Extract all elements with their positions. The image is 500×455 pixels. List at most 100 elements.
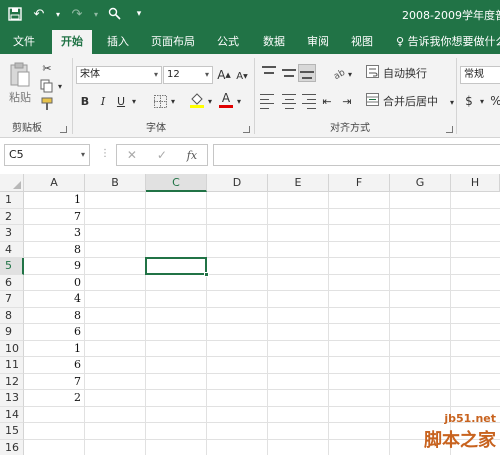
column-header-h[interactable]: H: [451, 174, 500, 192]
cell-a13[interactable]: 2: [24, 390, 84, 406]
underline-dropdown-icon[interactable]: ▾: [130, 94, 138, 108]
paste-icon[interactable]: [6, 60, 34, 90]
tab-home[interactable]: 开始: [52, 30, 92, 54]
merge-dropdown-icon[interactable]: ▾: [448, 96, 456, 108]
bold-button[interactable]: B: [78, 92, 92, 110]
underline-button[interactable]: U: [114, 92, 128, 110]
fill-color-icon[interactable]: [188, 90, 206, 110]
tab-file[interactable]: 文件: [6, 30, 42, 54]
row-header-11[interactable]: 11: [0, 357, 24, 374]
row-header-1[interactable]: 1: [0, 192, 24, 209]
row-header-16[interactable]: 16: [0, 439, 24, 455]
insert-function-icon[interactable]: fx: [187, 149, 197, 162]
cell-a11[interactable]: 6: [24, 357, 84, 373]
row-header-8[interactable]: 8: [0, 307, 24, 324]
select-all-button[interactable]: [0, 174, 24, 192]
orientation-dropdown-icon[interactable]: ▾: [346, 68, 354, 80]
copy-dropdown-icon[interactable]: ▾: [56, 80, 64, 92]
tab-review[interactable]: 审阅: [300, 30, 336, 54]
clipboard-launcher-icon[interactable]: [60, 126, 67, 133]
tab-page-layout[interactable]: 页面布局: [146, 30, 200, 54]
font-size-combo[interactable]: 12 ▾: [163, 66, 213, 84]
shrink-font-button[interactable]: A ▼: [234, 68, 250, 84]
wrap-text-button[interactable]: 自动换行: [366, 64, 452, 82]
column-header-c[interactable]: C: [146, 174, 207, 192]
decrease-indent-icon[interactable]: ⇤: [318, 92, 336, 110]
name-box[interactable]: C5 ▾: [4, 144, 90, 166]
row-header-15[interactable]: 15: [0, 423, 24, 440]
redo-icon[interactable]: ↷: [68, 5, 86, 23]
redo-dropdown-icon[interactable]: ▾: [92, 5, 100, 23]
row-header-9[interactable]: 9: [0, 324, 24, 341]
cell-a12[interactable]: 7: [24, 374, 84, 390]
increase-indent-icon[interactable]: ⇥: [338, 92, 356, 110]
column-header-d[interactable]: D: [207, 174, 268, 192]
row-header-12[interactable]: 12: [0, 373, 24, 390]
cell-a1[interactable]: 1: [24, 192, 84, 208]
italic-button[interactable]: I: [96, 92, 110, 110]
currency-dropdown-icon[interactable]: ▾: [478, 94, 486, 108]
copy-icon[interactable]: [38, 78, 56, 94]
currency-button[interactable]: $: [462, 92, 476, 110]
alignment-launcher-icon[interactable]: [446, 126, 453, 133]
column-header-e[interactable]: E: [268, 174, 329, 192]
cell-a5[interactable]: 9: [24, 258, 84, 274]
align-right-icon[interactable]: [298, 92, 316, 110]
cell-a9[interactable]: 6: [24, 324, 84, 340]
cell-a8[interactable]: 8: [24, 308, 84, 324]
borders-dropdown-icon[interactable]: ▾: [169, 94, 177, 108]
row-header-4[interactable]: 4: [0, 241, 24, 258]
percent-button[interactable]: %: [490, 92, 500, 110]
cell-a2[interactable]: 7: [24, 209, 84, 225]
tab-insert[interactable]: 插入: [100, 30, 136, 54]
row-header-2[interactable]: 2: [0, 208, 24, 225]
touch-mode-icon[interactable]: [106, 5, 124, 23]
save-icon[interactable]: [6, 5, 24, 23]
font-color-button[interactable]: A: [218, 90, 234, 110]
grow-font-button[interactable]: A ▲: [216, 66, 232, 84]
align-top-icon[interactable]: [260, 64, 278, 82]
cell-a3[interactable]: 3: [24, 225, 84, 241]
format-painter-icon[interactable]: [38, 96, 56, 112]
row-header-5[interactable]: 5: [0, 258, 24, 275]
row-header-14[interactable]: 14: [0, 406, 24, 423]
column-header-b[interactable]: B: [85, 174, 146, 192]
formula-input[interactable]: [213, 144, 500, 166]
fill-color-dropdown-icon[interactable]: ▾: [206, 94, 214, 108]
borders-icon[interactable]: [152, 92, 168, 110]
enter-icon[interactable]: ✓: [157, 148, 167, 162]
align-bottom-icon[interactable]: [298, 64, 316, 82]
cell-a6[interactable]: 0: [24, 275, 84, 291]
column-header-g[interactable]: G: [390, 174, 451, 192]
font-color-dropdown-icon[interactable]: ▾: [235, 94, 243, 108]
tell-me-box[interactable]: ♀ 告诉我你想要做什么: [396, 30, 500, 54]
row-header-3[interactable]: 3: [0, 225, 24, 242]
font-launcher-icon[interactable]: [243, 126, 250, 133]
paste-button[interactable]: 粘贴: [4, 90, 36, 104]
formula-bar-grip[interactable]: ⋮: [100, 148, 110, 159]
tab-formulas[interactable]: 公式: [210, 30, 246, 54]
font-name-combo[interactable]: 宋体 ▾: [76, 66, 162, 84]
tab-data[interactable]: 数据: [256, 30, 292, 54]
row-header-7[interactable]: 7: [0, 291, 24, 308]
cell-a4[interactable]: 8: [24, 242, 84, 258]
align-center-icon[interactable]: [280, 92, 298, 110]
merge-center-button[interactable]: 合并后居中: [366, 92, 450, 110]
align-left-icon[interactable]: [260, 92, 278, 110]
row-header-13[interactable]: 13: [0, 390, 24, 407]
undo-icon[interactable]: ↶: [30, 5, 48, 23]
tab-view[interactable]: 视图: [344, 30, 380, 54]
cell-a10[interactable]: 1: [24, 341, 84, 357]
cut-icon[interactable]: ✂: [38, 60, 56, 76]
column-header-a[interactable]: A: [24, 174, 85, 192]
row-header-6[interactable]: 6: [0, 274, 24, 291]
undo-dropdown-icon[interactable]: ▾: [54, 5, 62, 23]
cell-a7[interactable]: 4: [24, 291, 84, 307]
cancel-icon[interactable]: ✕: [127, 148, 137, 162]
customize-qat-icon[interactable]: ▾: [130, 5, 148, 23]
fill-handle[interactable]: [204, 271, 209, 277]
row-header-10[interactable]: 10: [0, 340, 24, 357]
column-header-f[interactable]: F: [329, 174, 390, 192]
align-middle-icon[interactable]: [280, 64, 298, 82]
active-cell-c5[interactable]: [145, 257, 207, 275]
